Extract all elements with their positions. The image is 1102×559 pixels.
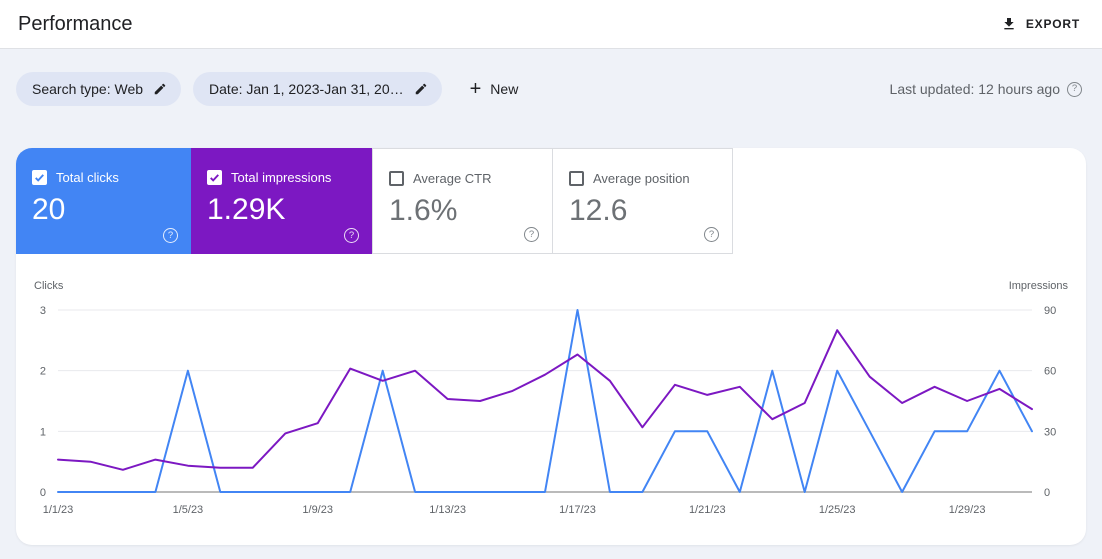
x-axis-tick: 1/13/23 [429, 504, 466, 516]
search-type-chip-label: Search type: Web [32, 81, 144, 97]
chart-canvas[interactable]: 012303060901/1/23 1/5/23 1/9/23 1/13/23 1/17… [32, 296, 1070, 524]
help-icon[interactable]: ? [163, 228, 178, 243]
x-axis-tick: 1/29/23 [949, 504, 986, 516]
edit-pencil-icon [414, 82, 428, 96]
checkbox-unchecked-icon[interactable] [569, 171, 584, 186]
export-button[interactable]: EXPORT [1001, 16, 1080, 32]
right-axis-tick: 60 [1044, 366, 1056, 378]
metric-value: 1.6% [389, 194, 458, 227]
x-axis-tick: 1/25/23 [819, 504, 856, 516]
top-bar: Performance EXPORT [0, 0, 1102, 49]
x-axis-tick: 1/9/23 [302, 504, 333, 516]
left-axis-tick: 2 [40, 366, 46, 378]
checkbox-checked-icon[interactable] [32, 170, 47, 185]
search-type-chip[interactable]: Search type: Web [16, 72, 182, 106]
metric-value: 20 [32, 193, 66, 226]
checkbox-unchecked-icon[interactable] [389, 171, 404, 186]
metric-label: Total impressions [231, 170, 332, 185]
left-axis-tick: 0 [40, 487, 46, 499]
metric-label: Total clicks [56, 170, 119, 185]
x-axis-tick: 1/17/23 [559, 504, 596, 516]
metric-label: Average position [593, 171, 690, 186]
new-filter-button[interactable]: + New [470, 79, 519, 99]
performance-card: Total clicks 20 ? Total impressions 1.29… [16, 148, 1086, 545]
right-axis-title: Impressions [1008, 280, 1068, 292]
help-icon[interactable]: ? [1067, 81, 1082, 97]
last-updated: Last updated: 12 hours ago ? [890, 81, 1082, 97]
date-range-chip[interactable]: Date: Jan 1, 2023-Jan 31, 20… [193, 72, 442, 106]
export-label: EXPORT [1025, 17, 1080, 31]
right-axis-tick: 0 [1044, 487, 1050, 499]
checkbox-checked-icon[interactable] [207, 170, 222, 185]
x-axis-tick: 1/1/23 [43, 504, 74, 516]
metric-tiles: Total clicks 20 ? Total impressions 1.29… [16, 148, 1086, 254]
download-icon [1001, 16, 1017, 32]
page-title: Performance [18, 12, 133, 35]
metric-tile-average-ctr[interactable]: Average CTR 1.6% ? [372, 148, 553, 254]
right-axis-tick: 90 [1044, 305, 1056, 317]
new-filter-label: New [490, 81, 519, 97]
help-icon[interactable]: ? [704, 227, 719, 242]
left-axis-title: Clicks [34, 280, 64, 292]
help-icon[interactable]: ? [524, 227, 539, 242]
total-impressions-line [57, 329, 1033, 471]
metric-value: 12.6 [569, 194, 628, 227]
performance-chart: Clicks Impressions 0 1 2 3 0 30 60 90 1/1/23 1/5/… [16, 254, 1086, 529]
metric-value: 1.29K [207, 193, 286, 226]
metric-label: Average CTR [413, 171, 492, 186]
metric-tile-total-clicks[interactable]: Total clicks 20 ? [16, 148, 191, 254]
metric-tile-average-position[interactable]: Average position 12.6 ? [552, 148, 733, 254]
left-axis-tick: 1 [40, 426, 46, 438]
x-axis-tick: 1/21/23 [689, 504, 726, 516]
filter-row: Search type: Web Date: Jan 1, 2023-Jan 3… [16, 72, 1082, 106]
help-icon[interactable]: ? [344, 228, 359, 243]
plus-icon: + [469, 78, 482, 100]
total-clicks-line [57, 309, 1033, 493]
x-axis-tick: 1/5/23 [173, 504, 204, 516]
last-updated-text: Last updated: 12 hours ago [889, 81, 1060, 97]
left-axis-tick: 3 [40, 305, 46, 317]
edit-pencil-icon [153, 82, 167, 96]
metric-tile-total-impressions[interactable]: Total impressions 1.29K ? [191, 148, 372, 254]
date-range-chip-label: Date: Jan 1, 2023-Jan 31, 20… [209, 81, 404, 97]
right-axis-tick: 30 [1044, 426, 1056, 438]
